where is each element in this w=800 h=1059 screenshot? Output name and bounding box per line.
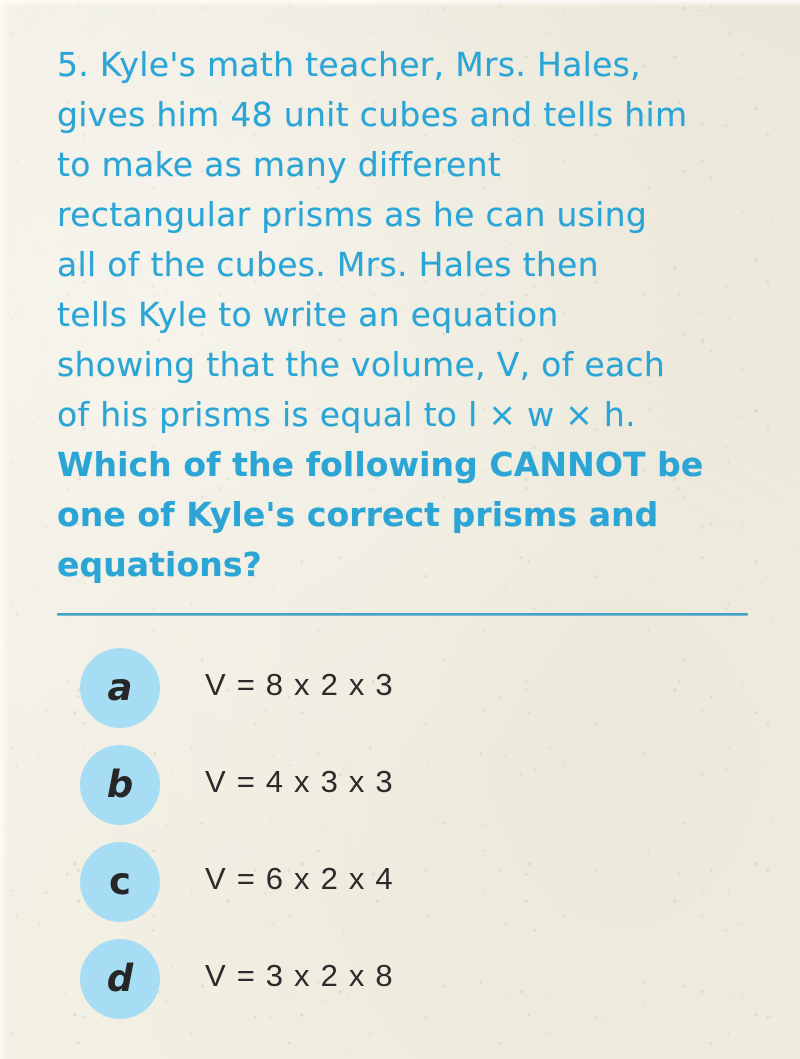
- option-badge-c[interactable]: c: [80, 842, 160, 922]
- option-equation-c: V = 6 x 2 x 4: [205, 861, 394, 896]
- option-letter-b: b: [106, 762, 134, 806]
- question-line-1: 5. Kyle's math teacher, Mrs. Hales,: [57, 45, 641, 84]
- option-badge-b[interactable]: b: [80, 745, 160, 825]
- question-text-block: 5. Kyle's math teacher, Mrs. Hales, give…: [57, 40, 757, 590]
- section-divider: [57, 613, 748, 616]
- option-letter-d: d: [106, 956, 134, 1000]
- option-badge-a[interactable]: a: [80, 648, 160, 728]
- question-line-9: Which of the following CANNOT be: [57, 445, 704, 484]
- question-line-5: all of the cubes. Mrs. Hales then: [57, 245, 599, 284]
- question-line-11: equations?: [57, 545, 262, 584]
- option-row-b[interactable]: b V = 4 x 3 x 3: [0, 745, 800, 842]
- question-line-10: one of Kyle's correct prisms and: [57, 495, 659, 534]
- option-equation-b: V = 4 x 3 x 3: [205, 764, 394, 799]
- option-letter-c: c: [109, 859, 131, 903]
- page-top-edge-highlight: [0, 0, 800, 7]
- option-equation-d: V = 3 x 2 x 8: [205, 958, 394, 993]
- question-line-3: to make as many different: [57, 145, 502, 184]
- answer-options-list: a V = 8 x 2 x 3 b V = 4 x 3 x 3 c V = 6 …: [0, 648, 800, 1036]
- option-row-d[interactable]: d V = 3 x 2 x 8: [0, 939, 800, 1036]
- option-letter-a: a: [107, 665, 133, 709]
- question-line-8: of his prisms is equal to l × w × h.: [57, 395, 636, 434]
- question-line-2: gives him 48 unit cubes and tells him: [57, 95, 688, 134]
- option-badge-d[interactable]: d: [80, 939, 160, 1019]
- question-line-7: showing that the volume, V, of each: [57, 345, 666, 384]
- option-row-a[interactable]: a V = 8 x 2 x 3: [0, 648, 800, 745]
- option-equation-a: V = 8 x 2 x 3: [205, 667, 394, 702]
- worksheet-page: 5. Kyle's math teacher, Mrs. Hales, give…: [0, 0, 800, 1059]
- question-line-4: rectangular prisms as he can using: [57, 195, 648, 234]
- option-row-c[interactable]: c V = 6 x 2 x 4: [0, 842, 800, 939]
- question-line-6: tells Kyle to write an equation: [57, 295, 559, 334]
